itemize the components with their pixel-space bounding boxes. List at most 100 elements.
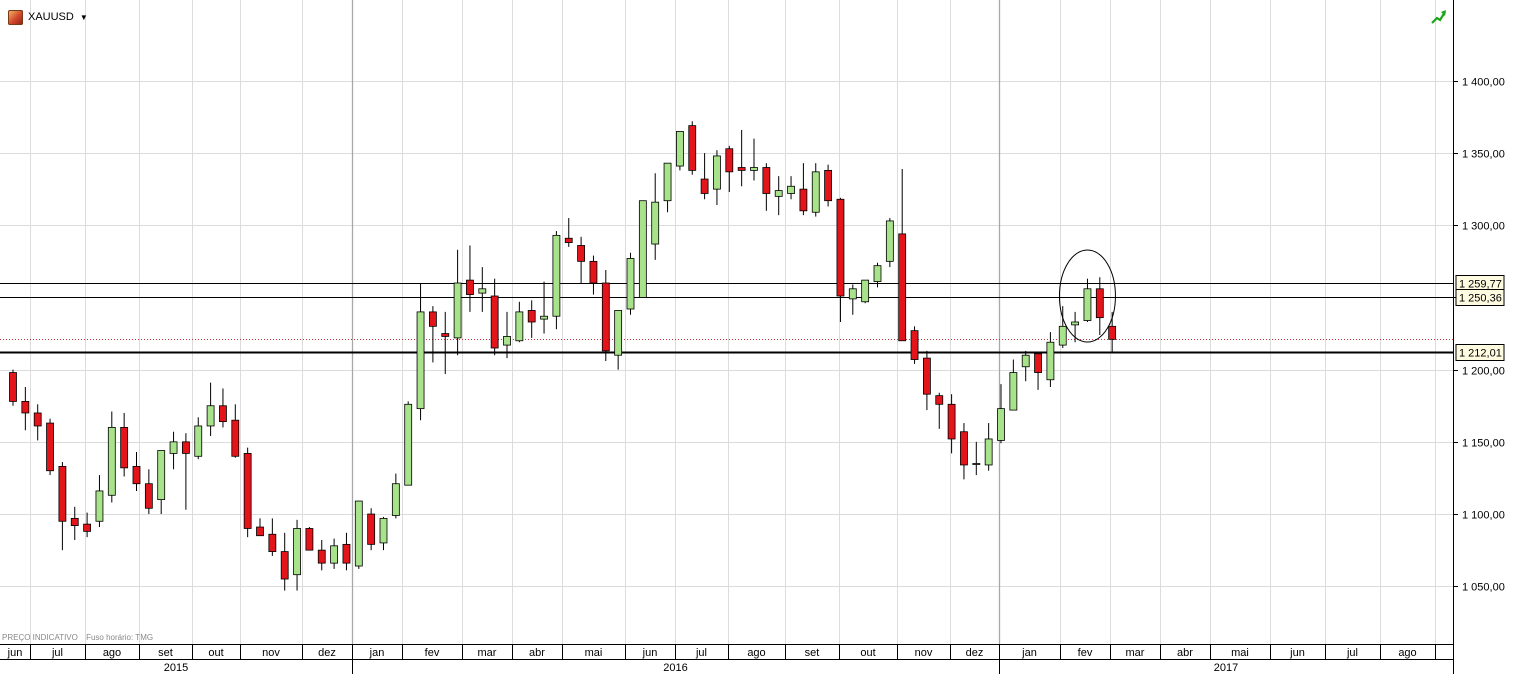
candle-up: [626, 252, 635, 315]
candle-body: [243, 452, 252, 529]
symbol-selector[interactable]: XAUUSD ▼: [8, 8, 88, 26]
month-label: mai: [585, 647, 603, 659]
candle-body: [305, 528, 314, 551]
price-chart[interactable]: 1 050,001 100,001 150,001 200,001 250,00…: [0, 0, 1533, 674]
candle-body: [107, 427, 116, 496]
candle-body: [1095, 288, 1104, 319]
candle-down: [824, 164, 832, 207]
candle-body: [935, 395, 944, 405]
candle-body: [688, 125, 697, 171]
candle-body: [1071, 321, 1079, 326]
year-label: 2016: [663, 662, 687, 674]
candle-body: [1021, 354, 1030, 368]
candle-body: [787, 185, 795, 194]
candle-body: [219, 405, 227, 423]
candle-body: [181, 441, 190, 454]
candle-body: [503, 336, 511, 346]
candle-body: [317, 549, 326, 564]
month-label: dez: [318, 647, 336, 659]
month-label: jun: [642, 647, 658, 659]
candle-body: [997, 408, 1005, 441]
candle-body: [527, 310, 536, 323]
candle-body: [70, 517, 79, 526]
level-label: 1 212,01: [1455, 344, 1505, 361]
y-tick-label: 1 050,00: [1462, 582, 1505, 594]
candle-body: [700, 178, 709, 194]
candle-up: [885, 218, 894, 268]
candle-body: [46, 422, 54, 472]
candle-down: [243, 447, 252, 538]
candle-body: [836, 198, 845, 297]
candle-body: [1083, 288, 1092, 321]
candle-body: [873, 265, 882, 282]
candle-body: [614, 310, 623, 356]
month-label: mar: [1126, 647, 1145, 659]
candle-body: [651, 201, 660, 245]
candle-body: [947, 403, 956, 440]
candle-body: [1009, 372, 1018, 411]
candle-body: [589, 260, 598, 284]
candle-body: [428, 311, 437, 327]
candle-up: [404, 401, 413, 486]
y-tick-label: 1 200,00: [1462, 366, 1505, 378]
caret-down-icon[interactable]: ▼: [80, 13, 88, 22]
candle-body: [824, 169, 832, 202]
candle-body: [577, 245, 585, 262]
candle-body: [713, 155, 721, 190]
candle-body: [885, 220, 894, 262]
candle-body: [342, 543, 351, 564]
candle-body: [144, 483, 153, 509]
month-label: jul: [51, 647, 63, 659]
month-label: abr: [1177, 647, 1193, 659]
candle-body: [898, 233, 907, 342]
candle-body: [95, 490, 104, 522]
month-label: out: [860, 647, 875, 659]
month-label: ago: [1398, 647, 1416, 659]
candle-body: [552, 234, 561, 317]
y-tick-label: 1 400,00: [1462, 77, 1505, 89]
candle-body: [774, 190, 783, 197]
candle-down: [688, 121, 697, 175]
month-label: set: [158, 647, 173, 659]
symbol-label: XAUUSD: [28, 11, 74, 23]
trend-arrow-icon[interactable]: [1430, 8, 1448, 26]
candle-body: [33, 412, 42, 427]
candle-body: [676, 130, 684, 167]
candle-down: [910, 326, 919, 364]
candle-up: [354, 500, 363, 569]
level-label: 1 250,36: [1455, 289, 1505, 306]
candle-down: [367, 508, 376, 551]
candle-body: [416, 311, 425, 410]
month-label: mar: [478, 647, 497, 659]
candle-body: [453, 282, 462, 339]
candle-body: [367, 513, 376, 545]
month-label: fev: [1078, 647, 1093, 659]
candle-body: [194, 425, 203, 457]
candle-body: [1034, 353, 1042, 373]
candle-body: [923, 357, 931, 395]
month-label: mai: [1231, 647, 1249, 659]
candle-body: [132, 465, 141, 485]
candle-up: [552, 231, 561, 330]
month-label: dez: [966, 647, 984, 659]
candle-down: [305, 527, 314, 551]
candle-body: [638, 200, 647, 298]
candle-body: [515, 311, 524, 342]
candle-body: [490, 295, 499, 349]
candle-body: [391, 483, 400, 516]
candle-body: [1058, 325, 1067, 346]
candle-body: [725, 148, 734, 173]
candle-body: [811, 171, 820, 213]
candle-body: [861, 279, 870, 303]
candle-body: [379, 517, 388, 544]
candle-up: [676, 130, 684, 171]
month-label: jan: [369, 647, 385, 659]
price-note: PREÇO INDICATIVO: [2, 633, 78, 642]
candle-body: [1046, 341, 1055, 381]
plot-area: [0, 0, 1453, 644]
candle-body: [663, 162, 672, 202]
candle-body: [540, 315, 548, 320]
candle-body: [762, 167, 771, 194]
month-label: fev: [425, 647, 440, 659]
month-label: jul: [1346, 647, 1358, 659]
